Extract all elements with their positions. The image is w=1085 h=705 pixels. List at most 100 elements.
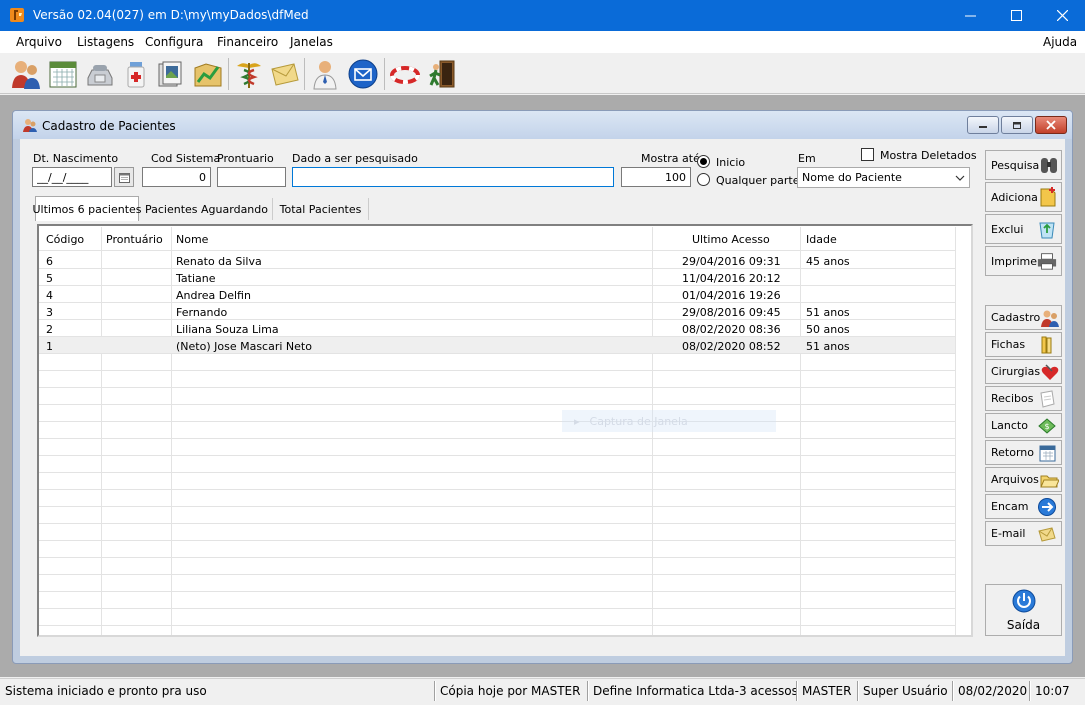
tab-pacientes-aguardando[interactable]: Pacientes Aguardando [141,198,273,220]
forward-arrow-icon [1038,497,1056,516]
table-row-cell-codigo[interactable]: 1 [46,340,53,353]
toolbar-caduceus-button[interactable] [232,57,266,91]
window-capture-ghost-text: Captura de Janela [589,414,688,428]
table-row-cell-nome[interactable]: Fernando [176,306,227,319]
toolbar-phone-button[interactable] [83,57,117,91]
table-row-cell-nome[interactable]: (Neto) Jose Mascari Neto [176,340,312,353]
table-row-cell-nome[interactable]: Liliana Souza Lima [176,323,279,336]
menu-financeiro[interactable]: Financeiro [217,35,278,49]
column-header-prontuario[interactable]: Prontuário [106,233,163,246]
arquivos-button-label: Arquivos [991,473,1039,486]
child-minimize-button[interactable] [967,116,999,134]
table-row-cell-idade[interactable]: 50 anos [806,323,850,336]
toolbar-separator [304,58,305,90]
radio-inicio-label[interactable]: Inicio [716,156,745,169]
search-input[interactable] [292,167,614,187]
table-row-cell-ultimo-acesso[interactable]: 08/02/2020 08:36 [682,323,781,336]
mostra-deletados-label[interactable]: Mostra Deletados [880,149,977,162]
table-row-cell-ultimo-acesso[interactable]: 01/04/2016 19:26 [682,289,781,302]
toolbar-documents-button[interactable] [154,57,188,91]
table-row-cell-ultimo-acesso[interactable]: 29/08/2016 09:45 [682,306,781,319]
table-row-cell-idade[interactable]: 51 anos [806,340,850,353]
search-field-select[interactable]: Nome do Paciente [797,167,970,188]
folder-icon [1040,475,1059,487]
toolbar-exit-button[interactable] [425,57,459,91]
toolbar-medicine-button[interactable] [119,57,153,91]
menu-janelas[interactable]: Janelas [290,35,333,49]
menu-ajuda[interactable]: Ajuda [1043,35,1077,49]
radio-inicio[interactable] [697,155,710,168]
window-capture-ghost-label: ▸ Captura de Janela [562,410,776,432]
adiciona-button-label: Adiciona [991,190,1038,204]
radio-qualquer-parte-label[interactable]: Qualquer parte [716,174,800,187]
child-close-button[interactable] [1035,116,1067,134]
table-row-cell-idade[interactable]: 51 anos [806,306,850,319]
row-divider [39,489,955,490]
maximize-button[interactable] [993,0,1039,31]
row-divider [39,540,955,541]
minimize-button[interactable] [947,0,993,31]
pesquisa-button[interactable]: Pesquisa [985,150,1062,180]
toolbar-patients-button[interactable] [9,57,43,91]
arquivos-button[interactable]: Arquivos [985,467,1062,492]
recibos-button-label: Recibos [991,392,1034,405]
toolbar-doctor-button[interactable] [308,57,342,91]
menu-configura[interactable]: Configura [145,35,203,49]
patients-icon [12,61,40,89]
radio-qualquer-parte[interactable] [697,173,710,186]
table-row-cell-codigo[interactable]: 6 [46,255,53,268]
column-header-codigo[interactable]: Código [46,233,84,246]
status-time: 10:07 [1035,684,1070,698]
window-title: Versão 02.04(027) em D:\my\myDados\dfMed [33,8,309,22]
cadastro-button[interactable]: Cadastro [985,305,1062,330]
menu-arquivo[interactable]: Arquivo [16,35,62,49]
encam-button[interactable]: Encam [985,494,1062,519]
table-row-cell-nome[interactable]: Renato da Silva [176,255,262,268]
toolbar-envelope-button[interactable] [268,57,302,91]
table-row-cell-codigo[interactable]: 5 [46,272,53,285]
fichas-button[interactable]: Fichas [985,332,1062,357]
toolbar-calendar-button[interactable] [46,57,80,91]
recycle-bin-icon [1039,222,1055,239]
dt-nascimento-input[interactable] [32,167,112,187]
calendar-picker-button[interactable] [114,167,134,187]
saida-button[interactable]: Saída [985,584,1062,636]
table-row-cell-codigo[interactable]: 4 [46,289,53,302]
toolbar-email-button[interactable] [346,57,380,91]
prontuario-input[interactable] [217,167,286,187]
cod-sistema-input[interactable] [142,167,211,187]
column-header-idade[interactable]: Idade [806,233,837,246]
app-icon [10,8,24,22]
chevron-down-icon [955,175,965,181]
imprime-button[interactable]: Imprime [985,246,1062,276]
column-header-ultimo-acesso[interactable]: Ultimo Acesso [692,233,770,246]
cadastro-button-label: Cadastro [991,311,1041,324]
email-button[interactable]: E-mail [985,521,1062,546]
table-row-cell-ultimo-acesso[interactable]: 11/04/2016 20:12 [682,272,781,285]
lancto-button[interactable]: Lancto $ [985,413,1062,438]
toolbar-finance-button[interactable] [191,57,225,91]
tab-ultimos-pacientes[interactable]: Ultimos 6 pacientes [32,196,142,221]
menu-listagens[interactable]: Listagens [77,35,134,49]
column-header-nome[interactable]: Nome [176,233,208,246]
tab-total-pacientes[interactable]: Total Pacientes [273,198,369,220]
table-row-cell-nome[interactable]: Andrea Delfin [176,289,251,302]
adiciona-button[interactable]: Adiciona [985,182,1062,212]
toolbar-help-button[interactable] [388,57,422,91]
mostra-ate-input[interactable] [621,167,691,187]
table-row-cell-nome[interactable]: Tatiane [176,272,216,285]
table-row-cell-ultimo-acesso[interactable]: 29/04/2016 09:31 [682,255,781,268]
retorno-button[interactable]: Retorno [985,440,1062,465]
child-restore-button[interactable] [1001,116,1033,134]
table-row-cell-idade[interactable]: 45 anos [806,255,850,268]
add-document-icon [1040,187,1056,207]
close-button[interactable] [1039,0,1085,31]
recibos-button[interactable]: Recibos [985,386,1062,411]
table-row-cell-codigo[interactable]: 2 [46,323,53,336]
lifebuoy-icon [390,66,420,84]
mostra-deletados-checkbox[interactable] [861,148,874,161]
table-row-cell-ultimo-acesso[interactable]: 08/02/2020 08:52 [682,340,781,353]
table-row-cell-codigo[interactable]: 3 [46,306,53,319]
exclui-button[interactable]: Exclui [985,214,1062,244]
cirurgias-button[interactable]: Cirurgias [985,359,1062,384]
